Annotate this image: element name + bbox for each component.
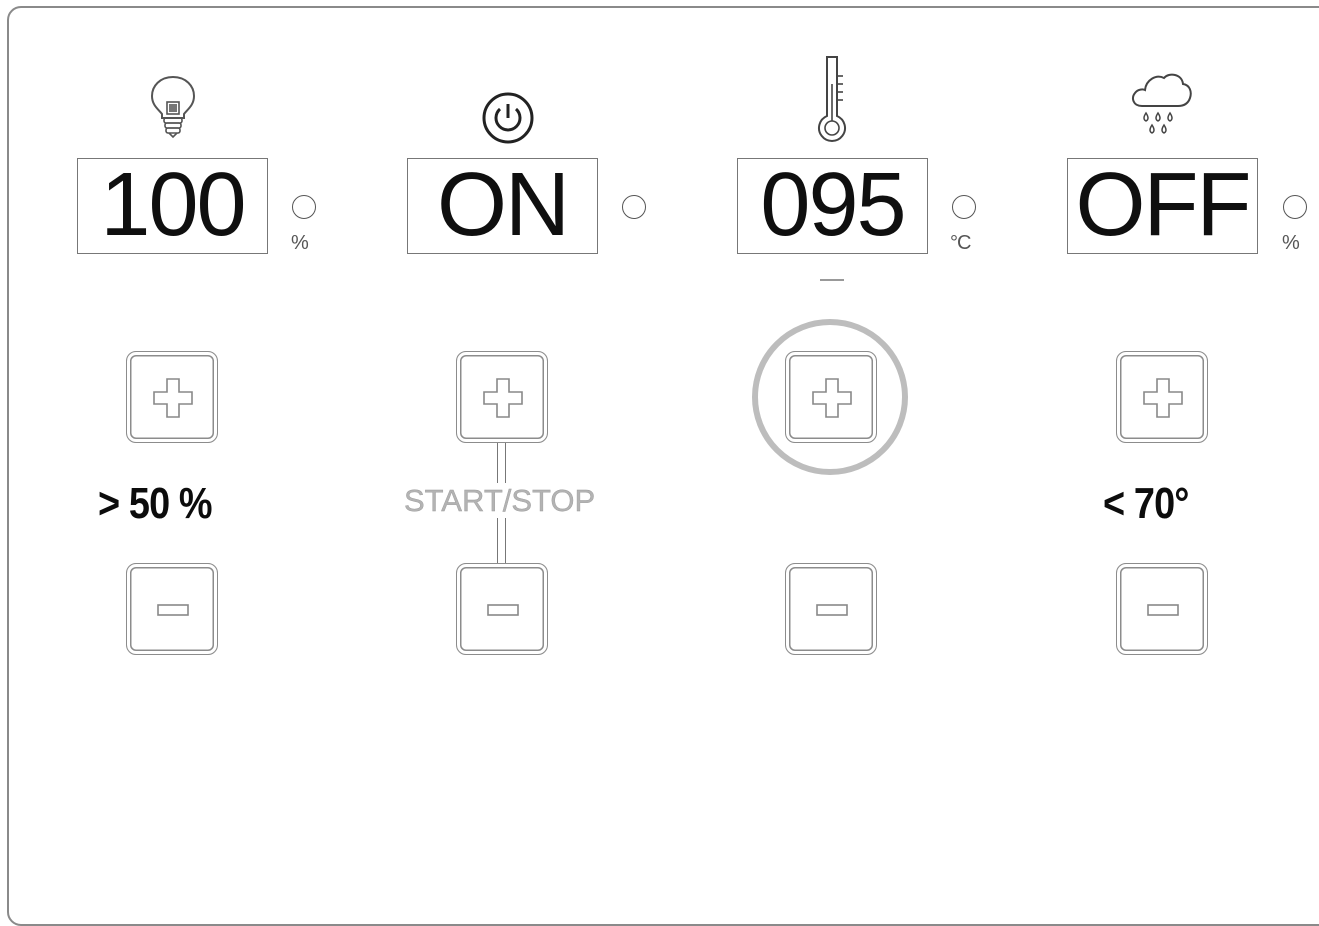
rain-value: OFF <box>1075 158 1252 254</box>
light-unit: % <box>291 232 309 254</box>
light-value: 100 <box>100 158 246 254</box>
minus-connector <box>497 518 506 565</box>
light-minus-button[interactable] <box>126 563 218 655</box>
light-plus-button[interactable] <box>126 351 218 443</box>
light-indicator-led <box>292 195 316 219</box>
power-value-display: ON <box>407 158 598 254</box>
temperature-indicator-led <box>952 195 976 219</box>
temperature-plus-button[interactable] <box>785 351 877 443</box>
power-plus-button[interactable] <box>456 351 548 443</box>
rain-condition-label: < 70° <box>1103 479 1189 528</box>
temperature-minus-button[interactable] <box>785 563 877 655</box>
rain-unit: % <box>1282 232 1300 254</box>
power-icon <box>481 91 535 145</box>
rain-value-display: OFF <box>1067 158 1258 254</box>
start-stop-label: START/STOP <box>404 483 596 518</box>
power-minus-button[interactable] <box>456 563 548 655</box>
control-panel <box>7 6 1319 926</box>
rain-minus-button[interactable] <box>1116 563 1208 655</box>
rain-cloud-icon <box>1128 70 1194 140</box>
light-condition-label: > 50 % <box>98 479 213 528</box>
power-indicator-led <box>622 195 646 219</box>
plus-connector <box>497 441 506 483</box>
rain-plus-button[interactable] <box>1116 351 1208 443</box>
power-value: ON <box>437 158 570 254</box>
temperature-unit: °C <box>950 232 971 254</box>
temperature-value-display: 095 <box>737 158 928 254</box>
lightbulb-icon <box>148 74 198 140</box>
thermometer-icon <box>816 54 850 144</box>
light-value-display: 100 <box>77 158 268 254</box>
rain-indicator-led <box>1283 195 1307 219</box>
divider-dash <box>820 279 844 281</box>
temperature-value: 095 <box>760 158 906 254</box>
